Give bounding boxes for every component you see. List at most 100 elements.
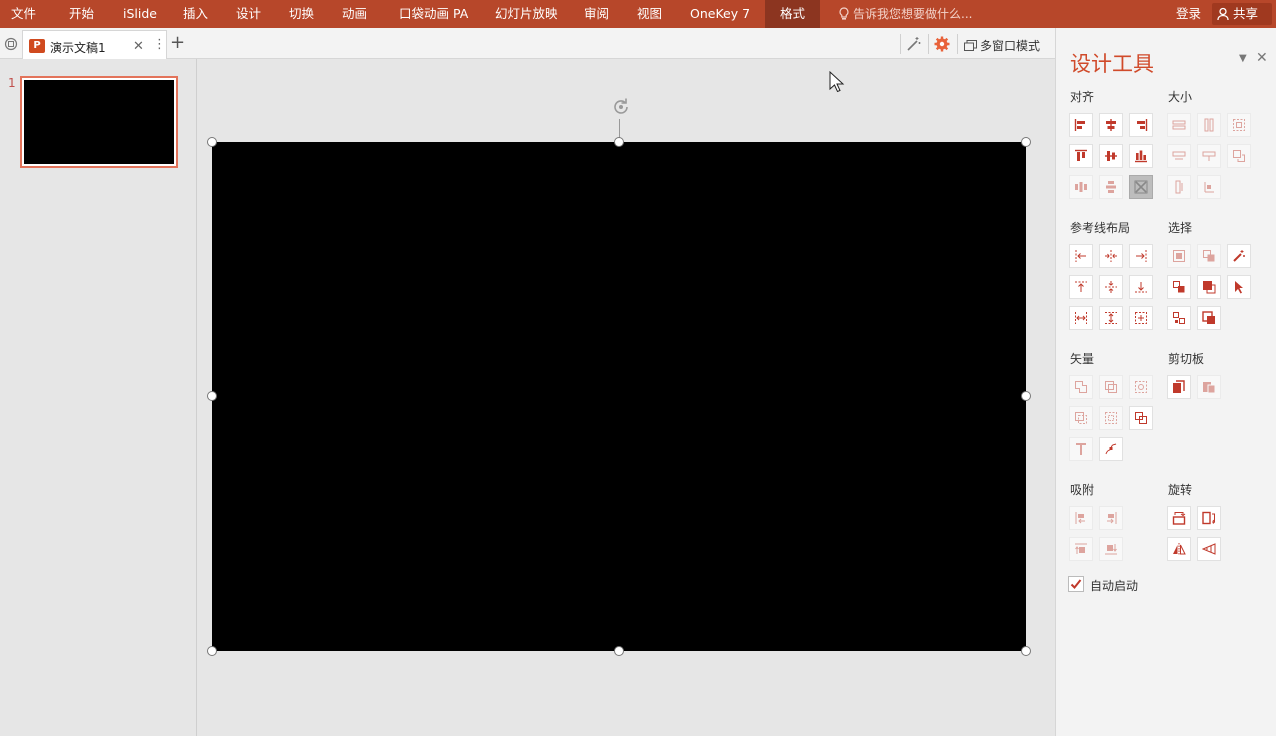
same-width-icon[interactable] (1167, 113, 1191, 137)
wand-tool-icon[interactable] (904, 34, 924, 54)
stretch-width-icon[interactable] (1197, 175, 1221, 199)
tab-format[interactable]: 格式 (765, 0, 821, 28)
align-bottom-icon[interactable] (1129, 144, 1153, 168)
resize-handle[interactable] (207, 646, 217, 656)
section-clipboard: 剪切板 (1168, 352, 1205, 366)
section-size: 大小 (1168, 90, 1193, 104)
resize-handle[interactable] (207, 391, 217, 401)
paste-icon[interactable] (1197, 375, 1221, 399)
gear-icon[interactable] (932, 34, 952, 54)
tab-pocket-animation[interactable]: 口袋动画 PA (399, 0, 468, 28)
mouse-cursor-icon (829, 71, 845, 93)
align-to-slide-icon[interactable] (1129, 175, 1153, 199)
login-link[interactable]: 登录 (1176, 0, 1201, 28)
tab-transitions[interactable]: 切换 (289, 0, 314, 28)
tell-me-placeholder: 告诉我您想要做什么... (853, 7, 973, 21)
guide-fill-width-icon[interactable] (1069, 306, 1093, 330)
guide-center-h-icon[interactable] (1099, 244, 1123, 268)
distribute-horizontal-icon[interactable] (1069, 175, 1093, 199)
guide-top-icon[interactable] (1069, 275, 1093, 299)
resize-handle[interactable] (1021, 137, 1031, 147)
section-align: 对齐 (1070, 90, 1095, 104)
align-center-icon[interactable] (1099, 113, 1123, 137)
bring-forward-icon[interactable] (1197, 275, 1221, 299)
same-size-icon[interactable] (1227, 113, 1251, 137)
tab-islide[interactable]: iSlide (123, 0, 157, 28)
tab-file[interactable]: 文件 (11, 0, 36, 28)
slide-number: 1 (8, 76, 16, 90)
union-shapes-icon[interactable] (1069, 375, 1093, 399)
section-vector: 矢量 (1070, 352, 1095, 366)
snap-bottom-icon[interactable] (1099, 537, 1123, 561)
intersect-shapes-icon[interactable] (1069, 406, 1093, 430)
powerpoint-icon: P (29, 39, 45, 53)
distribute-vertical-icon[interactable] (1099, 175, 1123, 199)
align-left-icon[interactable] (1069, 113, 1093, 137)
pointer-select-icon[interactable] (1227, 275, 1251, 299)
new-tab-button[interactable]: + (170, 32, 185, 53)
tab-review[interactable]: 审阅 (584, 0, 609, 28)
rotate-perspective-icon[interactable] (1197, 537, 1221, 561)
flip-vertical-icon[interactable] (1167, 506, 1191, 530)
resize-handle[interactable] (1021, 391, 1031, 401)
match-height-icon[interactable] (1197, 144, 1221, 168)
guide-left-icon[interactable] (1069, 244, 1093, 268)
tell-me-search[interactable]: 告诉我您想要做什么... (838, 0, 972, 28)
guide-bottom-icon[interactable] (1129, 275, 1153, 299)
snap-right-icon[interactable] (1099, 506, 1123, 530)
guide-right-icon[interactable] (1129, 244, 1153, 268)
slide-thumbnail[interactable] (20, 76, 178, 168)
flip-horizontal-icon[interactable] (1197, 506, 1221, 530)
edit-points-icon[interactable] (1099, 437, 1123, 461)
align-right-icon[interactable] (1129, 113, 1153, 137)
guide-center-v-icon[interactable] (1099, 275, 1123, 299)
tab-menu-icon[interactable] (1, 34, 21, 54)
snap-top-icon[interactable] (1069, 537, 1093, 561)
same-height-icon[interactable] (1197, 113, 1221, 137)
auto-start-label: 自动启动 (1090, 579, 1139, 593)
select-similar-icon[interactable] (1197, 244, 1221, 268)
auto-start-checkbox[interactable] (1068, 576, 1084, 592)
tab-animations[interactable]: 动画 (342, 0, 367, 28)
align-middle-icon[interactable] (1099, 144, 1123, 168)
tab-view[interactable]: 视图 (637, 0, 662, 28)
copy-icon[interactable] (1167, 375, 1191, 399)
multi-window-button[interactable]: 多窗口模式 (964, 37, 1040, 54)
more-options-icon[interactable]: ⋮ (153, 37, 166, 52)
close-panel-icon[interactable]: ✕ (1256, 50, 1268, 66)
tab-insert[interactable]: 插入 (183, 0, 208, 28)
swap-size-icon[interactable] (1227, 144, 1251, 168)
resize-handle[interactable] (614, 646, 624, 656)
tab-home[interactable]: 开始 (69, 0, 94, 28)
section-select: 选择 (1168, 221, 1193, 235)
stretch-height-icon[interactable] (1167, 175, 1191, 199)
tab-slideshow[interactable]: 幻灯片放映 (495, 0, 558, 28)
match-width-icon[interactable] (1167, 144, 1191, 168)
rotate-handle-icon[interactable] (609, 95, 633, 119)
select-same-icon[interactable] (1167, 244, 1191, 268)
resize-handle[interactable] (614, 137, 624, 147)
magic-wand-icon[interactable] (1227, 244, 1251, 268)
snap-left-icon[interactable] (1069, 506, 1093, 530)
selected-rectangle-shape[interactable] (212, 142, 1026, 651)
guide-fill-height-icon[interactable] (1099, 306, 1123, 330)
mirror-horizontal-icon[interactable] (1167, 537, 1191, 561)
merge-shapes-icon[interactable] (1129, 406, 1153, 430)
select-overlap-icon[interactable] (1167, 275, 1191, 299)
send-backward-icon[interactable] (1197, 306, 1221, 330)
document-tab[interactable]: P 演示文稿1 ✕ ⋮ (22, 30, 167, 59)
close-tab-icon[interactable]: ✕ (133, 39, 144, 54)
resize-handle[interactable] (207, 137, 217, 147)
tab-design[interactable]: 设计 (236, 0, 261, 28)
subtract-shapes-icon[interactable] (1099, 406, 1123, 430)
combine-shapes-icon[interactable] (1099, 375, 1123, 399)
tab-onekey[interactable]: OneKey 7 (690, 0, 750, 28)
select-group-icon[interactable] (1167, 306, 1191, 330)
resize-handle[interactable] (1021, 646, 1031, 656)
align-top-icon[interactable] (1069, 144, 1093, 168)
text-to-vector-icon[interactable] (1069, 437, 1093, 461)
guide-fill-both-icon[interactable] (1129, 306, 1153, 330)
fragment-shapes-icon[interactable] (1129, 375, 1153, 399)
share-button[interactable]: 共享 (1212, 3, 1272, 25)
panel-options-icon[interactable]: ▼ (1239, 53, 1247, 64)
